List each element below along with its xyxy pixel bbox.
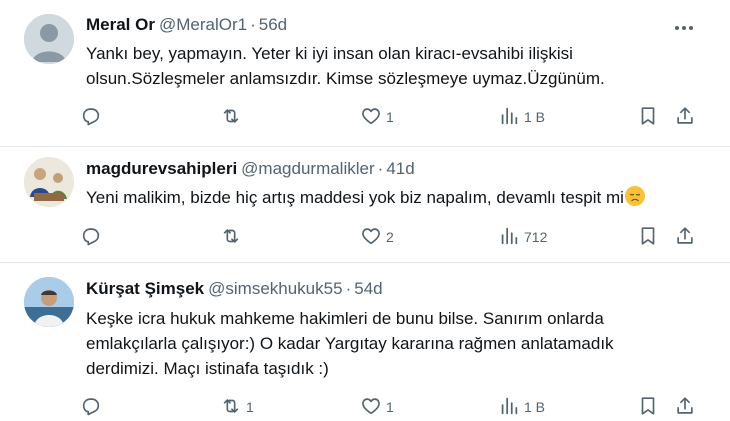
retweet-button[interactable]: 1 (220, 393, 254, 421)
retweet-button[interactable] (220, 103, 246, 131)
reply-button[interactable] (80, 393, 106, 421)
tweet-header: magdurevsahipleri @magdurmalikler · 41d (86, 158, 415, 180)
tweet-text: Yankı bey, yapmayın. Yeter ki iyi insan … (86, 41, 686, 91)
like-count: 1 (386, 399, 394, 415)
avatar[interactable] (24, 14, 74, 64)
tweet-2[interactable]: magdurevsahipleri @magdurmalikler · 41d Yen… (0, 147, 730, 262)
tweet-1[interactable]: Meral Or @MeralOr1 · 56d Yankı bey, yapmayı… (0, 0, 730, 150)
tweet-3[interactable]: Kürşat Şimşek @simsekhukuk55 · 54d Keşke ic… (0, 263, 730, 420)
views-button[interactable]: 1 B (498, 393, 545, 421)
author-name[interactable]: Meral Or (86, 15, 155, 34)
tweet-header: Kürşat Şimşek @simsekhukuk55 · 54d (86, 278, 383, 300)
reply-icon (80, 105, 102, 130)
bookmark-button[interactable] (637, 223, 659, 251)
author-handle[interactable]: @magdurmalikler (241, 159, 374, 178)
share-icon (674, 225, 696, 250)
tweet-time[interactable]: 41d (386, 159, 414, 178)
tweet-header: Meral Or @MeralOr1 · 56d (86, 14, 287, 36)
bookmark-icon (637, 225, 659, 250)
tweet-time[interactable]: 56d (259, 15, 287, 34)
like-count: 2 (386, 229, 394, 245)
author-name[interactable]: magdurevsahipleri (86, 159, 237, 178)
tweet-text-line: Keşke icra hukuk mahkeme hakimleri de bu… (86, 309, 604, 328)
bookmark-button[interactable] (637, 393, 659, 421)
retweet-icon (220, 395, 242, 420)
views-icon (498, 225, 520, 250)
reply-icon (80, 395, 102, 420)
retweet-count: 1 (246, 399, 254, 415)
share-button[interactable] (674, 103, 696, 131)
share-icon (674, 395, 696, 420)
tweet-text-line: olsun.Sözleşmeler anlamsızdır. Kimse söz… (86, 69, 605, 88)
avatar[interactable] (24, 157, 74, 207)
tweet-actions: 1 1 B (80, 103, 700, 131)
tweet-actions: 1 1 1 B (80, 393, 700, 421)
tweet-text-line: Yankı bey, yapmayın. Yeter ki iyi insan … (86, 44, 573, 63)
views-count: 1 B (524, 109, 546, 125)
like-count: 1 (386, 109, 394, 125)
author-handle[interactable]: @simsekhukuk55 (208, 279, 342, 298)
tweet-text: Keşke icra hukuk mahkeme hakimleri de bu… (86, 306, 686, 381)
bookmark-icon (637, 395, 659, 420)
author-name[interactable]: Kürşat Şimşek (86, 279, 204, 298)
views-button[interactable]: 712 (498, 223, 547, 251)
reply-button[interactable] (80, 223, 106, 251)
tweet-text-line: Yeni malikim, bizde hiç artış maddesi yo… (86, 188, 624, 207)
share-icon (674, 105, 696, 130)
heart-icon (360, 225, 382, 250)
share-button[interactable] (674, 393, 696, 421)
views-icon (498, 395, 520, 420)
views-button[interactable]: 1 B (498, 103, 545, 131)
disappointed-face-icon (624, 186, 645, 206)
like-button[interactable]: 1 (360, 103, 394, 131)
tweet-actions: 2 712 (80, 223, 700, 251)
separator-dot: · (345, 279, 352, 298)
separator-dot: · (377, 159, 384, 178)
reply-icon (80, 225, 102, 250)
share-button[interactable] (674, 223, 696, 251)
like-button[interactable]: 2 (360, 223, 394, 251)
retweet-icon (220, 105, 242, 130)
like-button[interactable]: 1 (360, 393, 394, 421)
views-icon (498, 105, 520, 130)
avatar[interactable] (24, 277, 74, 327)
retweet-button[interactable] (220, 223, 246, 251)
tweet-text: Yeni malikim, bizde hiç artış maddesi yo… (86, 185, 686, 210)
views-count: 1 B (524, 399, 546, 415)
bookmark-icon (637, 105, 659, 130)
separator-dot: · (250, 15, 256, 34)
more-icon[interactable] (672, 16, 696, 40)
bookmark-button[interactable] (637, 103, 659, 131)
retweet-icon (220, 225, 242, 250)
tweet-text-line: derdimizi. Maçı istinafa taşıdık :) (86, 359, 329, 378)
author-handle[interactable]: @MeralOr1 (159, 15, 247, 34)
reply-button[interactable] (80, 103, 106, 131)
heart-icon (360, 395, 382, 420)
views-count: 712 (524, 229, 548, 245)
heart-icon (360, 105, 382, 130)
tweet-time[interactable]: 54d (354, 279, 382, 298)
tweet-text-line: emlakçılarla çalışıyor:) O kadar Yargıta… (86, 334, 614, 353)
